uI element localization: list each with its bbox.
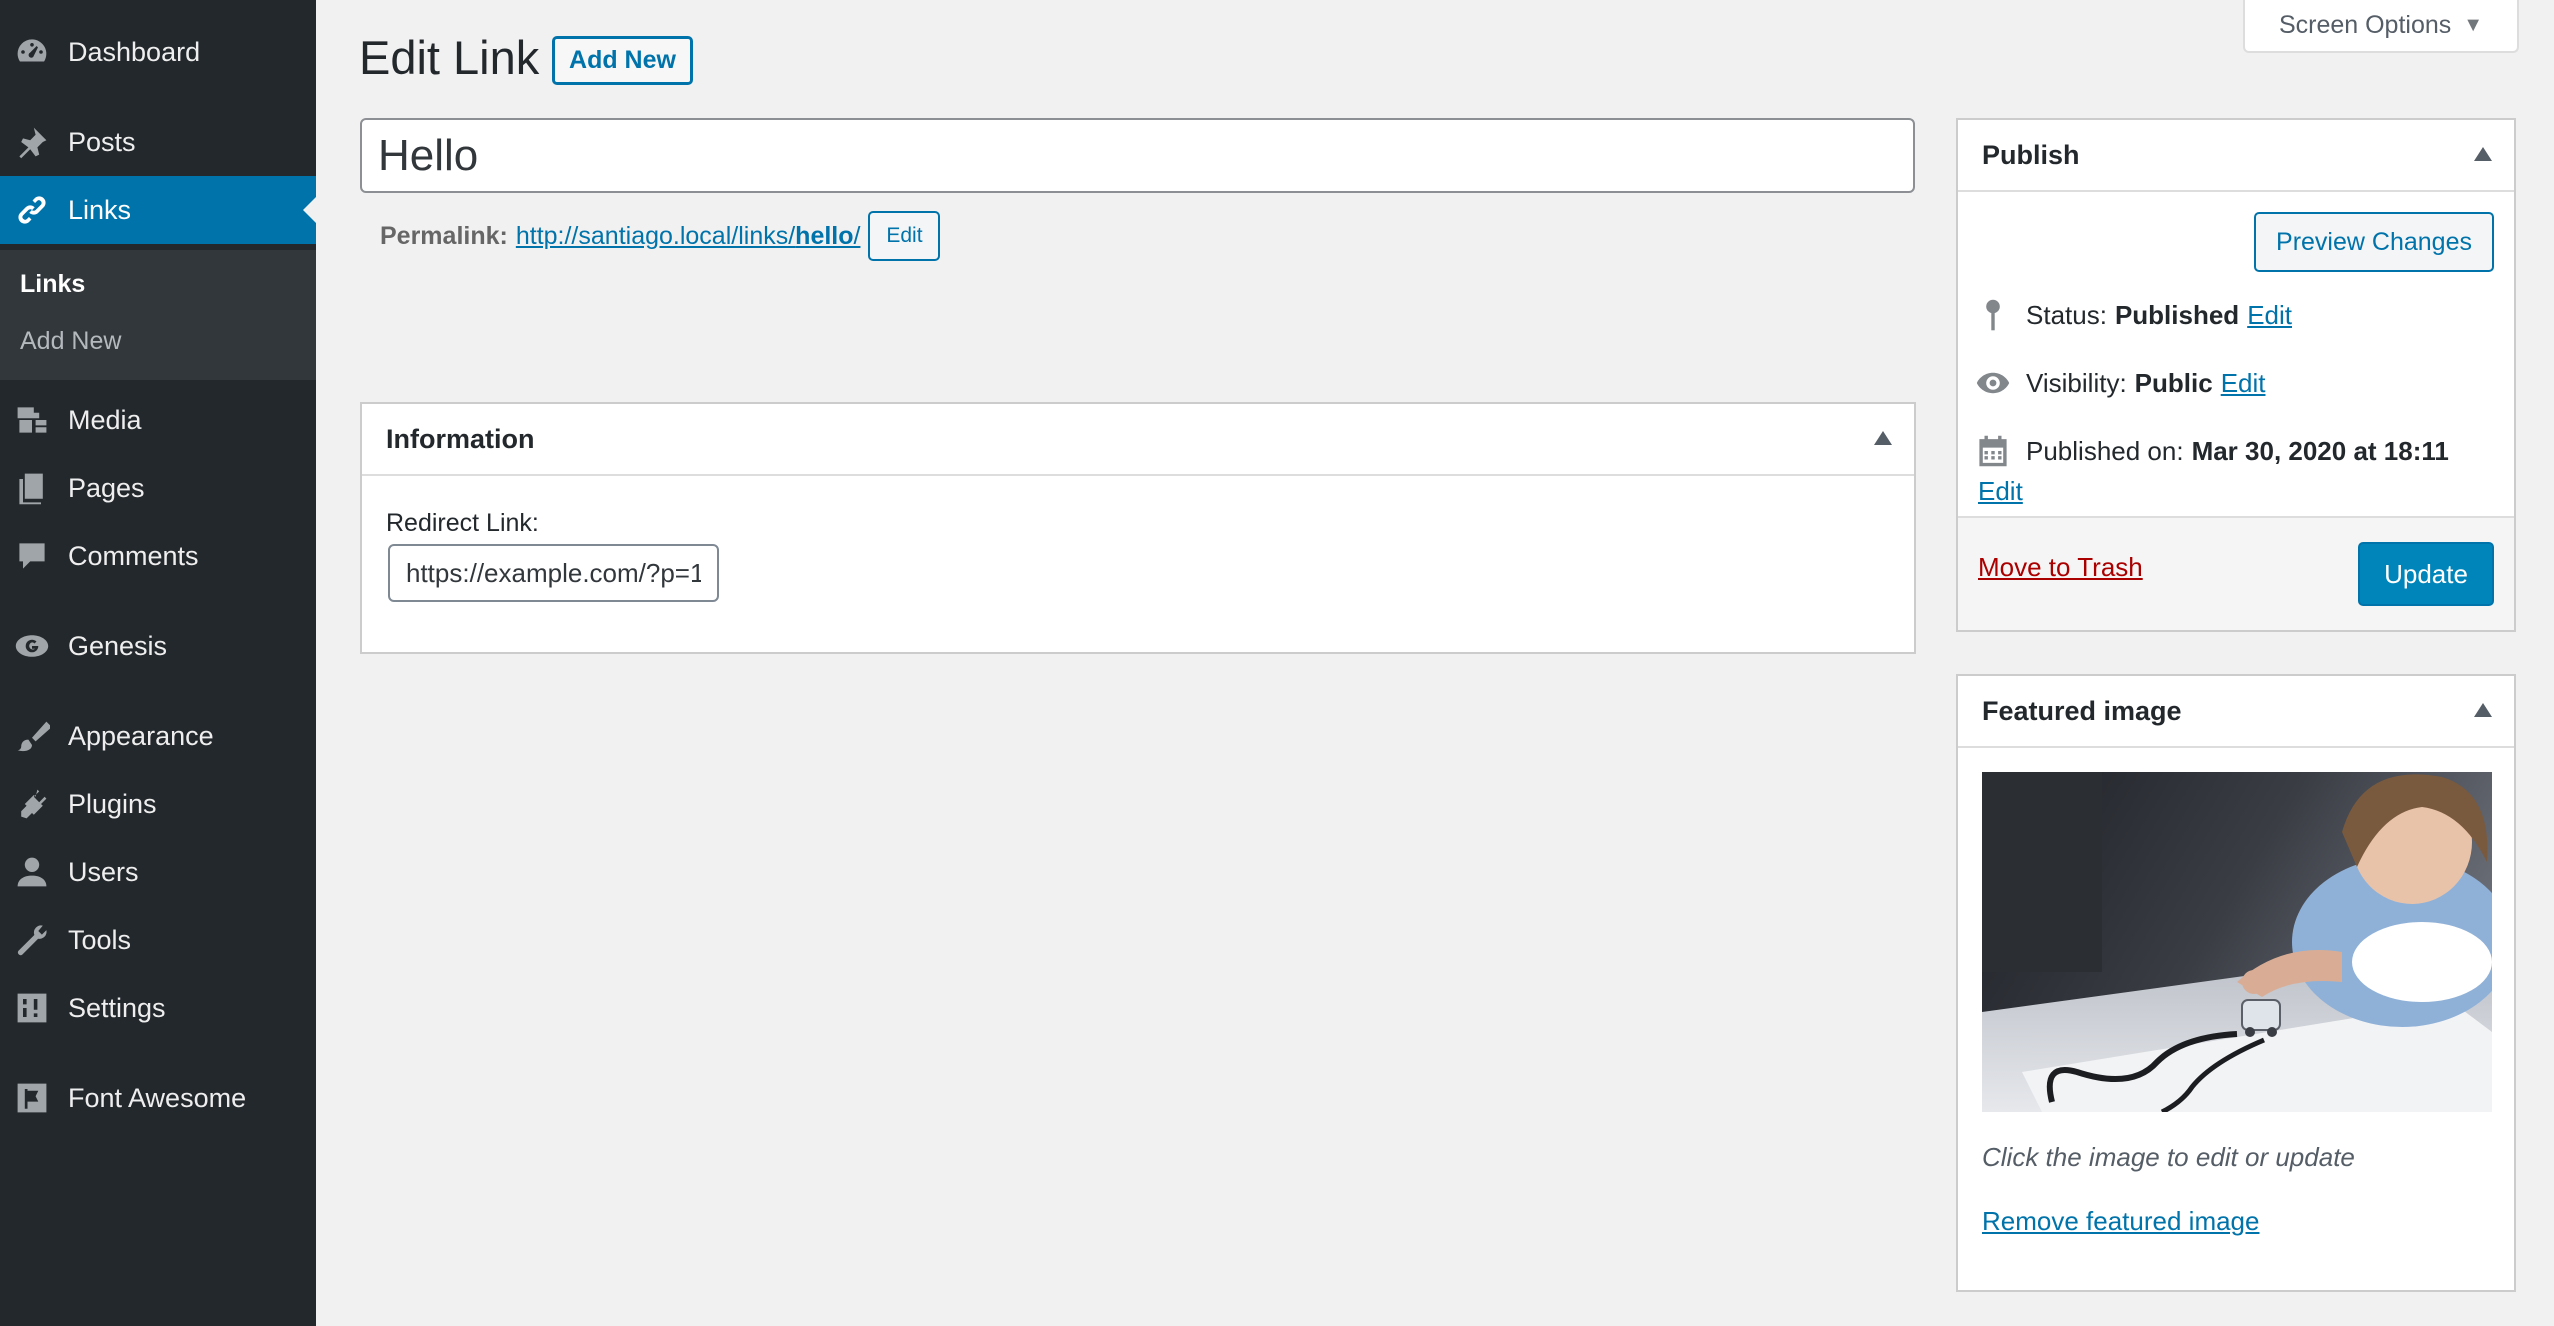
flag-icon — [13, 1079, 51, 1117]
menu-label: Appearance — [68, 720, 214, 751]
visibility-value: Public — [2134, 367, 2213, 398]
user-icon — [13, 853, 51, 891]
permalink-link[interactable]: http://santiago.local/links/hello/ — [516, 222, 861, 251]
published-on-label: Published on: — [2026, 435, 2184, 466]
permalink-edit-button[interactable]: Edit — [868, 211, 941, 261]
remove-featured-image-link[interactable]: Remove featured image — [1982, 1206, 2259, 1237]
comments-icon — [13, 537, 51, 575]
screen-options-label: Screen Options — [2278, 11, 2452, 39]
information-metabox: Information Redirect Link: — [360, 402, 1916, 654]
update-button[interactable]: Update — [2358, 542, 2494, 606]
settings-icon — [13, 989, 51, 1027]
information-header: Information — [362, 404, 1914, 476]
publish-actions: Move to Trash Update — [1958, 516, 2514, 630]
menu-label: Plugins — [68, 788, 157, 819]
menu-item-posts[interactable]: Posts — [0, 108, 316, 176]
visibility-label: Visibility: — [2026, 367, 2127, 398]
pages-icon — [13, 469, 51, 507]
permalink-base: http://santiago.local/links/ — [515, 221, 796, 250]
menu-label: Dashboard — [68, 36, 201, 67]
caret-down-icon: ▼ — [2463, 14, 2484, 36]
published-on-row: Published on: Mar 30, 2020 at 18:11 — [1974, 432, 2449, 470]
menu-item-plugins[interactable]: Plugins — [0, 770, 316, 838]
permalink-row: Permalink: http://santiago.local/links/h… — [380, 210, 941, 262]
featured-image-thumbnail[interactable] — [1982, 772, 2492, 1112]
menu-item-appearance[interactable]: Appearance — [0, 702, 316, 770]
media-icon — [13, 401, 51, 439]
menu-item-genesis[interactable]: Genesis — [0, 612, 316, 680]
submenu-item-add-new[interactable]: Add New — [20, 327, 121, 356]
featured-image-metabox: Featured image Click the image to edit o… — [1956, 674, 2516, 1292]
status-value: Published — [2114, 299, 2240, 330]
publish-header: Publish — [1958, 120, 2514, 192]
redirect-link-input[interactable] — [388, 544, 719, 602]
pin-icon — [1974, 296, 2012, 334]
published-on-value: Mar 30, 2020 at 18:11 — [2191, 435, 2449, 466]
menu-item-dashboard[interactable]: Dashboard — [0, 18, 316, 86]
featured-image-header: Featured image — [1958, 676, 2514, 748]
permalink-slug: hello — [795, 221, 854, 250]
menu-label: Posts — [68, 126, 136, 157]
pushpin-icon — [13, 123, 51, 161]
visibility-row: Visibility: Public Edit — [1974, 364, 2266, 402]
published-date-edit-link[interactable]: Edit — [1978, 476, 2023, 507]
menu-item-tools[interactable]: Tools — [0, 906, 316, 974]
visibility-edit-link[interactable]: Edit — [2221, 368, 2266, 399]
menu-item-media[interactable]: Media — [0, 386, 316, 454]
menu-label: Users — [68, 856, 139, 887]
menu-label: Pages — [68, 472, 145, 503]
menu-item-pages[interactable]: Pages — [0, 454, 316, 522]
status-row: Status: Published Edit — [1974, 296, 2292, 334]
menu-label: Tools — [68, 924, 132, 955]
information-title: Information — [386, 423, 535, 454]
page-title: Edit Link — [359, 31, 540, 84]
menu-item-users[interactable]: Users — [0, 838, 316, 906]
plugin-icon — [13, 785, 51, 823]
links-submenu: Links Add New — [0, 250, 316, 380]
menu-label: Font Awesome — [68, 1082, 247, 1113]
menu-item-settings[interactable]: Settings — [0, 974, 316, 1042]
admin-sidebar: Dashboard Posts Links Links Add New Medi… — [0, 0, 316, 1326]
permalink-label: Permalink: — [380, 221, 508, 250]
genesis-icon — [13, 627, 51, 665]
menu-item-font-awesome[interactable]: Font Awesome — [0, 1064, 316, 1132]
redirect-link-label: Redirect Link: — [386, 509, 539, 537]
status-label: Status: — [2026, 299, 2107, 330]
post-title-input[interactable] — [360, 118, 1915, 193]
screen-options-button[interactable]: Screen Options ▼ — [2243, 0, 2519, 53]
move-to-trash-link[interactable]: Move to Trash — [1978, 552, 2143, 583]
menu-item-comments[interactable]: Comments — [0, 522, 316, 590]
collapse-toggle-icon[interactable] — [2474, 703, 2492, 717]
permalink-trailing: / — [853, 221, 861, 250]
menu-item-links[interactable]: Links — [0, 176, 316, 244]
publish-title: Publish — [1982, 139, 2080, 170]
add-new-button[interactable]: Add New — [552, 36, 693, 85]
menu-label: Media — [68, 404, 142, 435]
dashboard-icon — [13, 33, 51, 71]
brush-icon — [13, 717, 51, 755]
eye-icon — [1974, 364, 2012, 402]
submenu-item-links[interactable]: Links — [20, 270, 85, 299]
collapse-toggle-icon[interactable] — [1874, 431, 1892, 445]
calendar-icon — [1974, 432, 2012, 470]
collapse-toggle-icon[interactable] — [2474, 147, 2492, 161]
menu-label: Genesis — [68, 630, 168, 661]
featured-image-caption: Click the image to edit or update — [1982, 1142, 2355, 1172]
publish-metabox: Publish Preview Changes Status: Publishe… — [1956, 118, 2516, 632]
preview-changes-button[interactable]: Preview Changes — [2254, 212, 2494, 272]
menu-label: Settings — [68, 992, 166, 1023]
menu-label: Comments — [68, 540, 199, 571]
wrench-icon — [13, 921, 51, 959]
link-icon — [13, 191, 51, 229]
status-edit-link[interactable]: Edit — [2247, 300, 2292, 331]
featured-image-title: Featured image — [1982, 695, 2182, 726]
menu-label: Links — [68, 194, 132, 225]
